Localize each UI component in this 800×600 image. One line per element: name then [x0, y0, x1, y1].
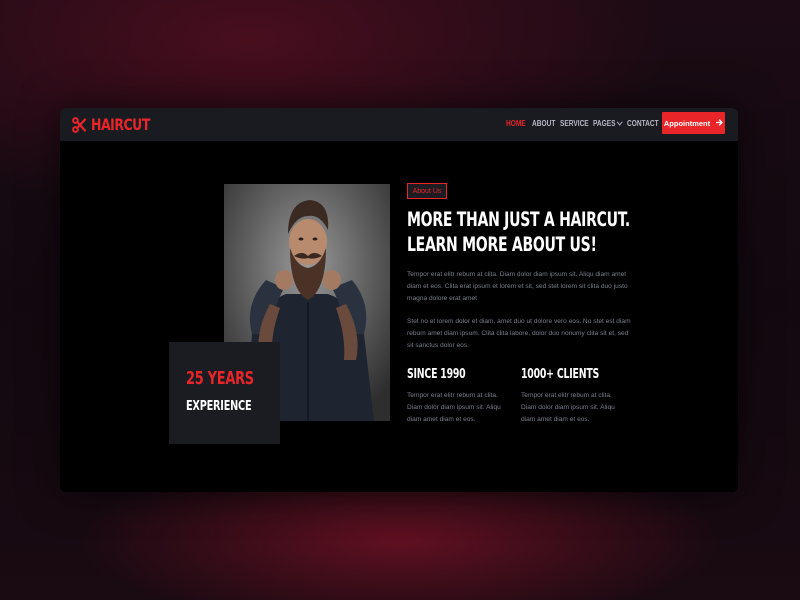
site-window: HAIRCUT HOME ABOUT SERVICE PAGES CONTACT… [60, 108, 738, 492]
navbar: HAIRCUT HOME ABOUT SERVICE PAGES CONTACT… [60, 108, 738, 141]
experience-label: EXPERIENCE [186, 398, 252, 414]
nav-contact[interactable]: CONTACT [627, 119, 659, 128]
stat-since-title: SINCE 1990 [407, 367, 466, 382]
stat-clients-text: Tempor erat elitr rebum at clita. Diam d… [521, 392, 615, 423]
nav-pages-label: PAGES [593, 119, 616, 128]
about-paragraph-2: Stet no et lorem dolor et diam, amet duo… [407, 318, 631, 349]
about-headline: MORE THAN JUST A HAIRCUT. LEARN MORE ABO… [407, 208, 630, 256]
experience-years: 25 YEARS [186, 368, 254, 389]
brand-name: HAIRCUT [91, 115, 150, 134]
nav-about[interactable]: ABOUT [532, 119, 555, 128]
stat-clients-title: 1000+ CLIENTS [521, 367, 600, 382]
brand-logo[interactable]: HAIRCUT [72, 115, 167, 134]
stat-since-text: Tempor erat elitr rebum at clita. Diam d… [407, 392, 501, 423]
about-paragraph-1: Tempor erat elitr rebum at clita. Diam d… [407, 271, 628, 302]
nav-home[interactable]: HOME [506, 119, 526, 128]
appointment-button[interactable]: Appointment [662, 112, 725, 134]
scissors-icon [72, 116, 86, 133]
about-badge: About Us [407, 183, 447, 199]
experience-card: 25 YEARS EXPERIENCE [169, 342, 280, 444]
arrow-right-icon [715, 118, 723, 128]
nav-pages[interactable]: PAGES [593, 118, 623, 128]
chevron-down-icon [617, 118, 623, 126]
appointment-label: Appointment [663, 118, 711, 128]
nav-service[interactable]: SERVICE [560, 119, 589, 128]
